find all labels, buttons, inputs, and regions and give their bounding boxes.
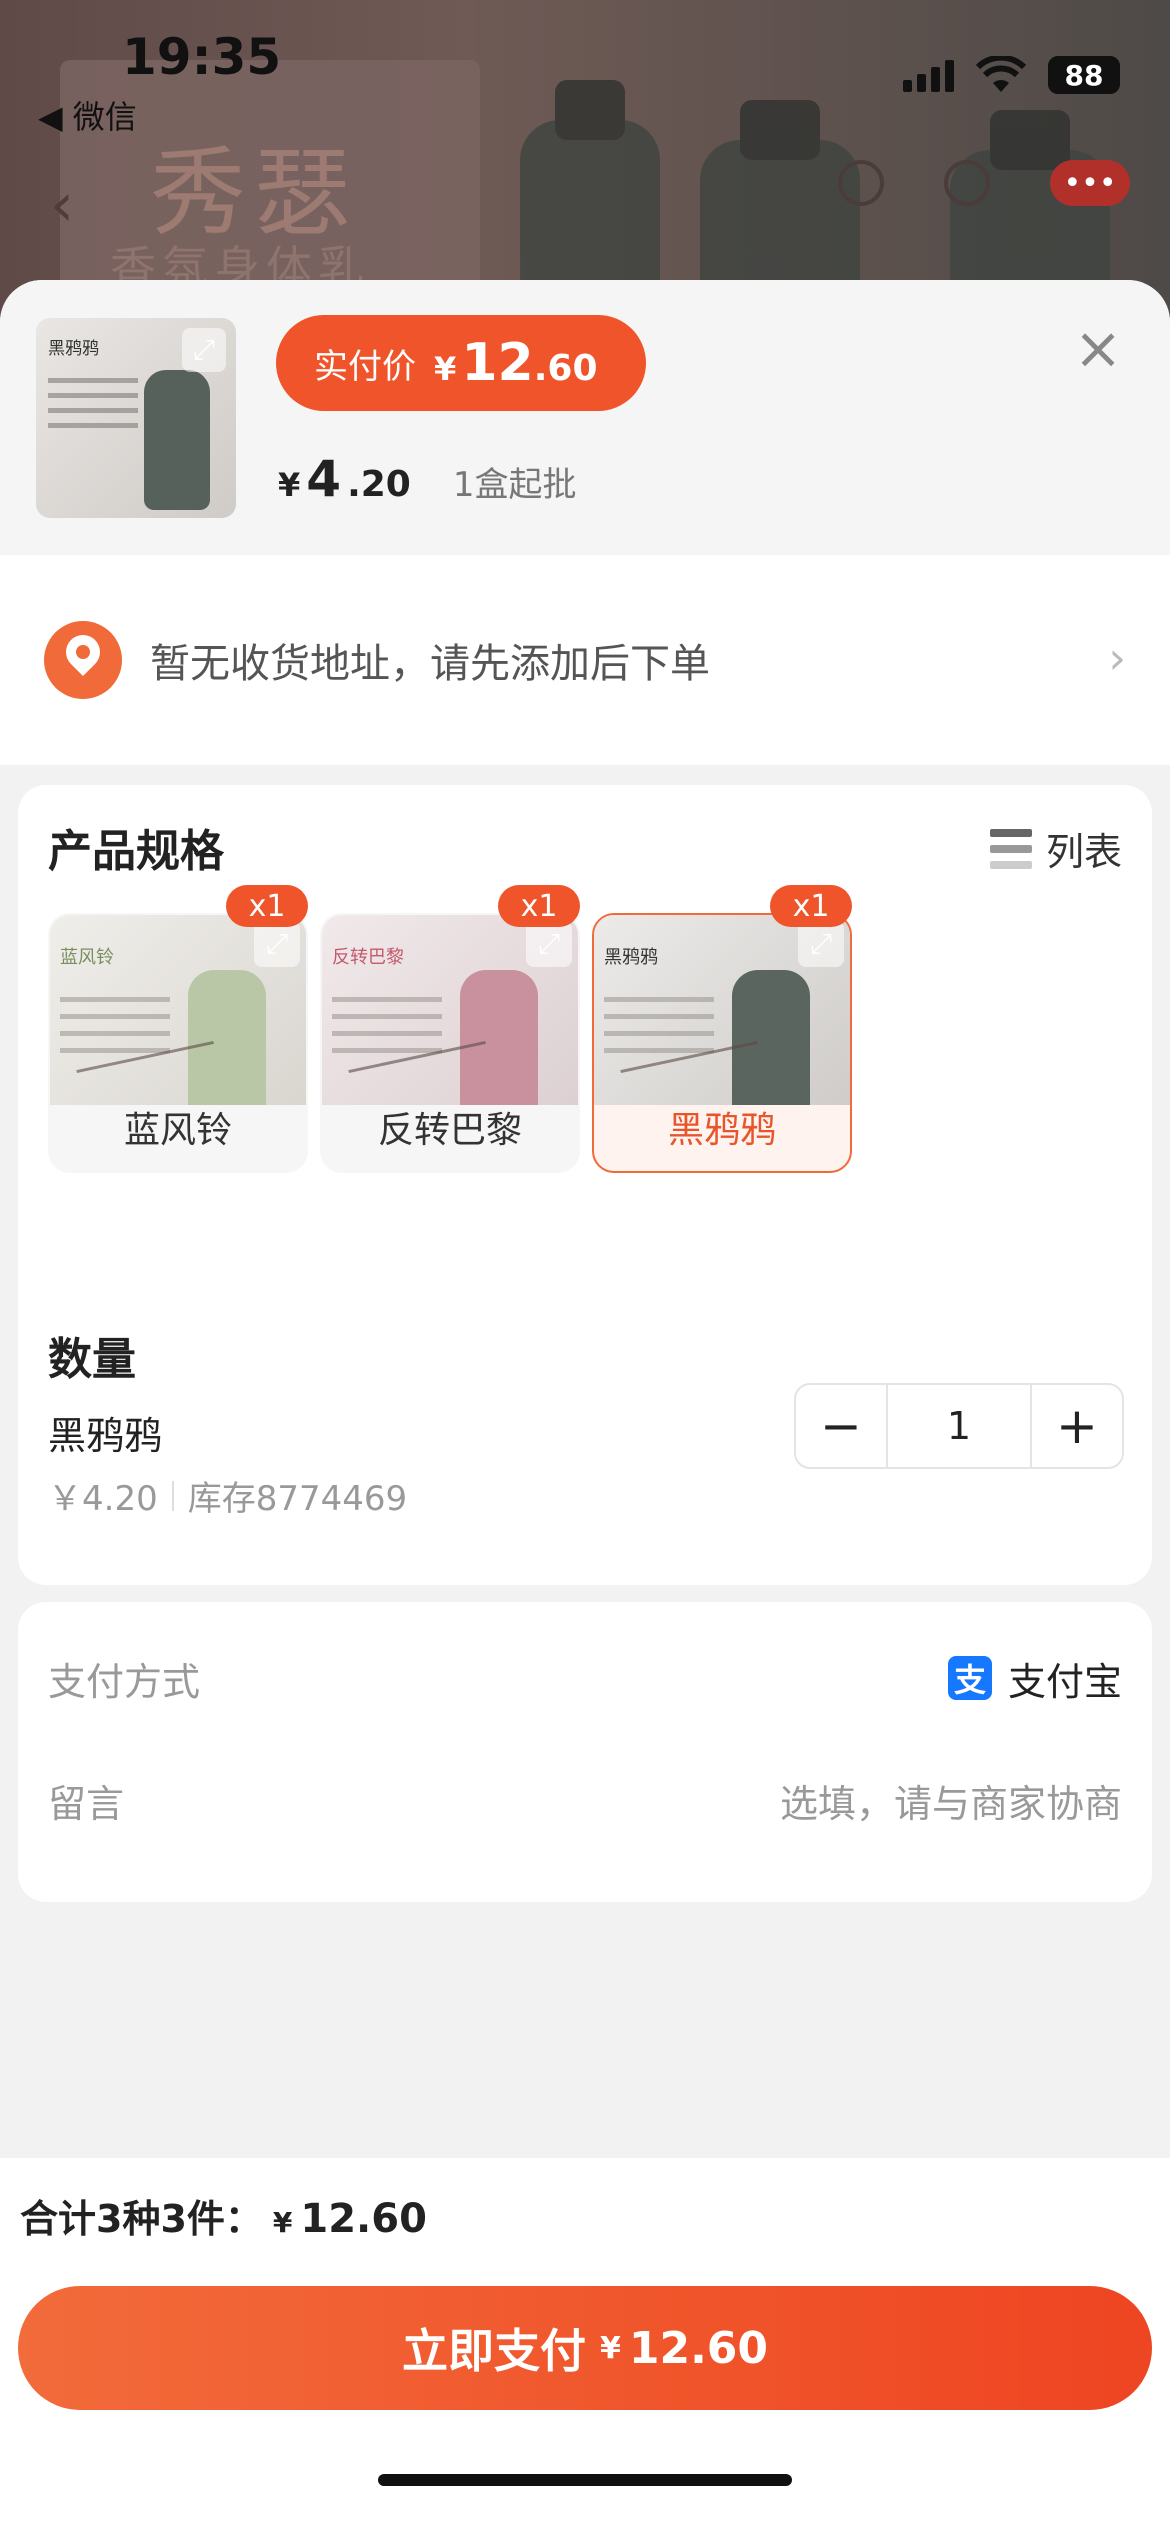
spec-title: 产品规格 [48, 826, 224, 877]
close-button[interactable]: × [1070, 319, 1126, 377]
variant-qty-badge: x1 [498, 885, 580, 927]
back-arrow-icon[interactable]: ‹ [50, 170, 74, 240]
thumbnail-text-lines [48, 368, 138, 438]
note-input[interactable]: 选填，请与商家协商 [780, 1773, 1122, 1828]
variant-option-selected[interactable]: 黑鸦鸦 ⤢ x1 黑鸦鸦 [592, 885, 852, 1173]
quantity-input[interactable]: 1 [886, 1385, 1032, 1467]
unit-price: ¥ 4.20 1盒起批 [278, 450, 576, 508]
thumbnail-title: 黑鸦鸦 [48, 339, 99, 359]
variant-name: 蓝风铃 [123, 1110, 232, 1151]
background-nav-icons: ••• [838, 160, 1130, 206]
stock-count: 库存8774469 [187, 1479, 408, 1519]
product-thumbnail[interactable]: 黑鸦鸦 ⤢ [36, 318, 236, 518]
unit-price-integer: 4 [306, 450, 342, 508]
variant-qty-badge: x1 [226, 885, 308, 927]
signal-icon [903, 58, 954, 92]
expand-icon[interactable]: ⤢ [526, 921, 572, 967]
variant-option[interactable]: 蓝风铃 ⤢ x1 蓝风铃 [48, 885, 308, 1173]
expand-icon[interactable]: ⤢ [254, 921, 300, 967]
pay-now-currency: ¥ [599, 2330, 621, 2366]
expand-icon[interactable]: ⤢ [182, 328, 226, 372]
order-bottom-sheet: 黑鸦鸦 ⤢ 实付价 ¥ 12.60 ¥ 4.20 1盒起批 × 暂无收货地址，请… [0, 280, 1170, 2532]
total-label: 合计3种3件： [20, 2197, 263, 2241]
payment-method-name: 支付宝 [1007, 1659, 1122, 1704]
quantity-title: 数量 [48, 1334, 136, 1385]
variant-name: 黑鸦鸦 [667, 1110, 776, 1151]
sheet-header: 黑鸦鸦 ⤢ 实付价 ¥ 12.60 ¥ 4.20 1盒起批 × [0, 280, 1170, 555]
order-total: 合计3种3件： ¥ 12.60 [20, 2188, 427, 2243]
expand-icon[interactable]: ⤢ [798, 921, 844, 967]
variant-image-title: 反转巴黎 [332, 947, 404, 968]
wifi-icon [976, 56, 1026, 92]
total-amount: 12.60 [300, 2196, 427, 2242]
decrease-button[interactable]: − [796, 1385, 886, 1467]
thumbnail-bottle [144, 370, 210, 510]
chevron-right-icon: › [1108, 633, 1126, 684]
actual-price-badge: 实付价 ¥ 12.60 [276, 315, 646, 411]
unit-price-decimal: .20 [347, 464, 411, 505]
payment-method-row[interactable]: 支付方式 支 支付宝 [48, 1638, 1122, 1718]
address-row[interactable]: 暂无收货地址，请先添加后下单 › [0, 555, 1170, 765]
share-icon[interactable] [944, 160, 990, 206]
actual-price-integer: 12 [461, 333, 534, 393]
payment-card: 支付方式 支 支付宝 留言 选填，请与商家协商 [18, 1602, 1152, 1902]
list-view-label: 列表 [1045, 830, 1122, 874]
home-indicator[interactable] [378, 2474, 792, 2486]
status-icons: 88 [903, 56, 1120, 94]
spec-card: 产品规格 列表 蓝风铃 ⤢ x1 蓝风铃 反转巴黎 ⤢ x1 反转巴黎 黑鸦鸦 … [18, 785, 1152, 1585]
list-view-toggle[interactable]: 列表 [989, 821, 1122, 876]
payment-method-label: 支付方式 [48, 1659, 201, 1704]
selected-variant-name: 黑鸦鸦 [48, 1414, 163, 1458]
total-currency: ¥ [272, 2206, 293, 2239]
actual-price-decimal: .60 [533, 348, 598, 389]
pay-now-button[interactable]: 立即支付 ¥ 12.60 [18, 2286, 1152, 2410]
increase-button[interactable]: + [1032, 1385, 1122, 1467]
variant-qty-badge: x1 [770, 885, 852, 927]
selected-variant-meta: ￥4.20 库存8774469 [48, 1471, 407, 1520]
note-label: 留言 [48, 1781, 125, 1826]
variant-list: 蓝风铃 ⤢ x1 蓝风铃 反转巴黎 ⤢ x1 反转巴黎 黑鸦鸦 ⤢ x1 黑鸦鸦 [48, 885, 852, 1173]
variant-image-title: 黑鸦鸦 [604, 947, 658, 968]
actual-price-label: 实付价 [314, 346, 416, 387]
note-row: 留言 选填，请与商家协商 [48, 1760, 1122, 1840]
pay-now-label: 立即支付 [401, 2324, 586, 2378]
list-icon [989, 828, 1032, 869]
location-pin-icon [44, 621, 122, 699]
variant-option[interactable]: 反转巴黎 ⤢ x1 反转巴黎 [320, 885, 580, 1173]
back-to-app-link[interactable]: ◀ 微信 [38, 92, 137, 138]
actual-price-currency: ¥ [434, 350, 457, 388]
payment-method-value: 支 支付宝 [947, 1651, 1122, 1706]
battery-icon: 88 [1048, 56, 1120, 94]
pay-now-amount: 12.60 [628, 2322, 769, 2374]
selected-variant-price: ￥4.20 [48, 1479, 158, 1519]
variant-name: 反转巴黎 [377, 1110, 522, 1151]
status-time: 19:35 [122, 28, 282, 86]
checkout-footer: 合计3种3件： ¥ 12.60 立即支付 ¥ 12.60 [0, 2158, 1170, 2532]
cart-icon[interactable] [838, 160, 884, 206]
more-icon[interactable]: ••• [1050, 160, 1130, 206]
alipay-icon: 支 [947, 1656, 992, 1700]
address-prompt: 暂无收货地址，请先添加后下单 [150, 641, 710, 687]
unit-price-currency: ¥ [278, 466, 301, 504]
divider [171, 1480, 174, 1511]
minimum-order-text: 1盒起批 [452, 465, 577, 505]
variant-image-title: 蓝风铃 [60, 947, 114, 968]
quantity-stepper: − 1 + [794, 1383, 1124, 1469]
